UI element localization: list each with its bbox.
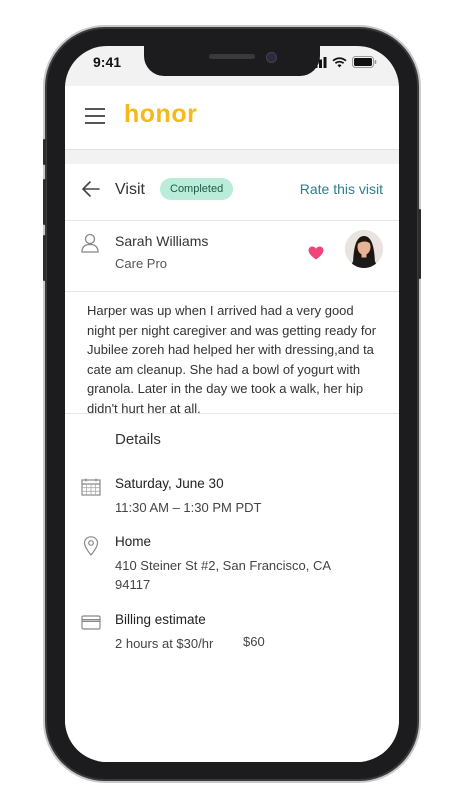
- volume-up-button: [43, 179, 46, 225]
- location-label: Home: [115, 534, 152, 549]
- wifi-icon: [332, 56, 347, 67]
- phone-frame: 9:41 honor Visit Completed Rate this vis…: [43, 29, 421, 779]
- page-title: Visit: [115, 181, 145, 198]
- back-arrow-icon[interactable]: [81, 179, 101, 199]
- location-address[interactable]: 410 Steiner St #2, San Francisco, CA 941…: [115, 556, 365, 594]
- honor-logo[interactable]: honor: [124, 100, 197, 129]
- care-pro-row[interactable]: Sarah Williams Care Pro: [65, 220, 399, 292]
- calendar-icon: [81, 478, 101, 496]
- visit-notes: Harper was up when I arrived had a very …: [87, 303, 377, 416]
- care-pro-name: Sarah Williams: [115, 233, 209, 249]
- visit-header: Visit Completed Rate this visit: [65, 164, 399, 221]
- location-pin-icon: [83, 536, 99, 556]
- front-camera: [266, 52, 277, 63]
- billing-rate: 2 hours at $30/hr: [115, 636, 214, 651]
- detail-date-row: Saturday, June 30 11:30 AM – 1:30 PM PDT: [65, 476, 399, 520]
- billing-amount: $60: [243, 634, 265, 649]
- detail-billing-row: Billing estimate 2 hours at $30/hr $60: [65, 612, 399, 656]
- details-heading: Details: [115, 431, 161, 448]
- time-range: 11:30 AM – 1:30 PM PDT: [115, 500, 262, 515]
- divider: [65, 413, 399, 414]
- date-label: Saturday, June 30: [115, 476, 224, 491]
- visit-card: Visit Completed Rate this visit Sarah Wi…: [65, 164, 399, 762]
- detail-location-row: Home 410 Steiner St #2, San Francisco, C…: [65, 534, 399, 596]
- care-pro-photo: [345, 230, 383, 268]
- credit-card-icon: [81, 615, 101, 630]
- person-icon: [81, 233, 99, 253]
- avatar[interactable]: [345, 230, 383, 268]
- power-button: [418, 209, 421, 279]
- rate-visit-link[interactable]: Rate this visit: [300, 181, 383, 197]
- notch: [144, 46, 320, 76]
- speaker: [209, 54, 255, 59]
- phone-screen: 9:41 honor Visit Completed Rate this vis…: [65, 46, 399, 762]
- billing-label: Billing estimate: [115, 612, 206, 627]
- care-pro-role: Care Pro: [115, 256, 168, 271]
- status-icons: [310, 56, 377, 68]
- mute-switch: [43, 139, 46, 165]
- battery-icon: [352, 56, 377, 68]
- status-badge: Completed: [160, 178, 234, 200]
- heart-icon[interactable]: [308, 246, 324, 260]
- hamburger-menu-icon[interactable]: [85, 108, 105, 124]
- status-time: 9:41: [93, 54, 122, 70]
- volume-down-button: [43, 235, 46, 281]
- app-header: honor: [65, 86, 399, 150]
